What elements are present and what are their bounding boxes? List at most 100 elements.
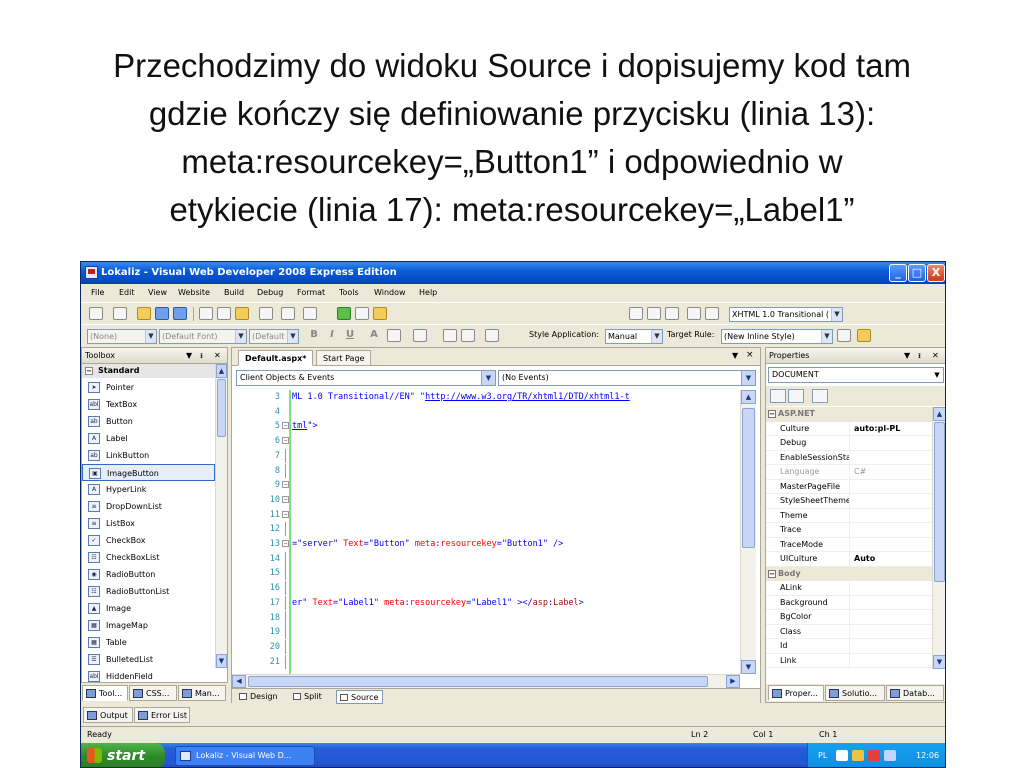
menu-website[interactable]: Website (178, 284, 210, 302)
target-rule-select[interactable]: (New Inline Style) ▼ (721, 329, 833, 344)
toolbox-item-checkboxlist[interactable]: ☷ CheckBoxList (82, 549, 215, 566)
scroll-right-icon[interactable]: ▶ (726, 675, 740, 688)
property-row[interactable]: Language C# (766, 465, 932, 480)
close-button[interactable]: X (927, 264, 945, 282)
code-line[interactable]: 10− (232, 493, 740, 507)
cut-icon[interactable] (199, 307, 213, 320)
toolbox-item-radiobutton[interactable]: ◉ RadioButton (82, 566, 215, 583)
tab-split[interactable]: Split (290, 690, 326, 704)
block-format-select[interactable]: (None) ▼ (87, 329, 157, 344)
open-folder-icon[interactable] (137, 307, 151, 320)
toolbox-item-textbox[interactable]: abl TextBox (82, 396, 215, 413)
toolbox-item-image[interactable]: ▲ Image (82, 600, 215, 617)
display-icon[interactable] (884, 750, 896, 761)
doctype-select[interactable]: XHTML 1.0 Transitional (▼ (729, 307, 843, 322)
code-line[interactable]: 8 (232, 463, 740, 478)
toolbox-group-standard[interactable]: − Standard (82, 364, 215, 378)
code-line[interactable]: 15 (232, 566, 740, 581)
dropdown-icon[interactable]: ▼ (186, 348, 192, 364)
alphabetical-icon[interactable] (788, 389, 804, 403)
toolbox-item-imagebutton[interactable]: ▣ ImageButton (82, 464, 215, 481)
property-row[interactable]: Trace (766, 523, 932, 538)
editor-vscrollbar[interactable]: ▲ ▼ (740, 390, 756, 674)
menu-view[interactable]: View (148, 284, 167, 302)
save-icon[interactable] (155, 307, 169, 320)
property-value[interactable]: Auto (854, 552, 930, 566)
hyperlink-icon[interactable] (485, 329, 499, 342)
language-indicator[interactable]: PL (818, 743, 827, 767)
scroll-down-icon[interactable]: ▼ (741, 660, 756, 674)
tab-start-page[interactable]: Start Page (316, 350, 372, 366)
menu-tools[interactable]: Tools (339, 284, 359, 302)
toolbox-item-pointer[interactable]: ➤ Pointer (82, 379, 215, 396)
toolbox-item-listbox[interactable]: ≡ ListBox (82, 515, 215, 532)
toolbox-item-bulletedlist[interactable]: ☰ BulletedList (82, 651, 215, 668)
property-row[interactable]: Debug (766, 436, 932, 451)
scroll-thumb[interactable] (934, 422, 945, 582)
outdent-icon[interactable] (665, 307, 679, 320)
property-row[interactable]: Style (766, 668, 932, 669)
scroll-down-icon[interactable]: ▼ (216, 654, 227, 668)
property-row[interactable]: Id (766, 639, 932, 654)
size-select[interactable]: (Default ▼ (249, 329, 299, 344)
tab-database-explorer[interactable]: Datab... (886, 685, 944, 701)
menu-edit[interactable]: Edit (119, 284, 135, 302)
help-icon[interactable] (836, 750, 848, 761)
tab-error-list[interactable]: Error List (134, 707, 190, 723)
close-document-icon[interactable]: × (746, 350, 754, 360)
redo-icon[interactable] (281, 307, 295, 320)
code-line[interactable]: 19 (232, 625, 740, 640)
code-line[interactable]: 16 (232, 581, 740, 596)
underline-button[interactable]: U (343, 329, 357, 340)
property-row[interactable]: Background (766, 595, 932, 610)
uncomment-icon[interactable] (705, 307, 719, 320)
toolbox-item-radiobuttonlist[interactable]: ☷ RadioButtonList (82, 583, 215, 600)
close-icon[interactable]: ✕ (932, 348, 939, 364)
justify-icon[interactable] (413, 329, 427, 342)
code-line[interactable]: 11− (232, 508, 740, 522)
menu-build[interactable]: Build (224, 284, 244, 302)
maximize-button[interactable]: □ (908, 264, 926, 282)
menu-file[interactable]: File (91, 284, 104, 302)
tab-toolbox[interactable]: Tool... (82, 685, 128, 701)
toolbox-item-hyperlink[interactable]: A HyperLink (82, 481, 215, 498)
comment-icon[interactable] (687, 307, 701, 320)
property-row[interactable]: Link (766, 653, 932, 668)
code-line[interactable]: 12 (232, 522, 740, 537)
property-row[interactable]: MasterPageFile (766, 479, 932, 494)
object-select[interactable]: DOCUMENT ▼ (768, 367, 944, 383)
collapse-icon[interactable]: − (282, 437, 289, 445)
properties-scrollbar[interactable]: ▲ ▼ (932, 407, 945, 669)
font-select[interactable]: (Default Font) ▼ (159, 329, 247, 344)
editor-hscrollbar[interactable]: ◀ ▶ (232, 674, 740, 688)
collapse-icon[interactable]: − (282, 510, 289, 518)
security-icon[interactable] (868, 750, 880, 761)
new-style-icon[interactable] (837, 329, 851, 342)
scroll-down-icon[interactable]: ▼ (933, 655, 945, 669)
new-website-icon[interactable] (89, 307, 103, 320)
scroll-left-icon[interactable]: ◀ (232, 675, 246, 688)
save-all-icon[interactable] (173, 307, 187, 320)
property-row[interactable]: TraceMode (766, 537, 932, 552)
client-objects-select[interactable]: Client Objects & Events ▼ (236, 370, 496, 386)
tab-design[interactable]: Design (236, 690, 282, 704)
tab-output[interactable]: Output (83, 707, 133, 723)
tab-manage-styles[interactable]: Man... (178, 685, 226, 701)
italic-button[interactable]: I (325, 329, 339, 340)
code-line[interactable]: 3 ML 1.0 Transitional//EN" "http://www.w3… (232, 390, 740, 404)
minimize-button[interactable]: _ (889, 264, 907, 282)
toolbox-item-label[interactable]: A Label (82, 430, 215, 447)
taskbar-item-vwd[interactable]: Lokaliz - Visual Web D... (175, 746, 315, 766)
tab-css-properties[interactable]: CSS... (129, 685, 177, 701)
close-icon[interactable]: ✕ (214, 348, 221, 364)
property-row[interactable]: UICulture Auto (766, 552, 932, 567)
numbered-list-icon[interactable] (443, 329, 457, 342)
highlight-icon[interactable] (387, 329, 401, 342)
validate-icon[interactable] (629, 307, 643, 320)
property-row[interactable]: Theme (766, 508, 932, 523)
property-row[interactable]: StyleSheetTheme (766, 494, 932, 509)
code-line[interactable]: 5− tml"> (232, 419, 740, 433)
collapse-icon[interactable]: − (282, 481, 289, 489)
code-line[interactable]: 18 (232, 610, 740, 625)
tab-solution-explorer[interactable]: Solutio... (825, 685, 885, 701)
